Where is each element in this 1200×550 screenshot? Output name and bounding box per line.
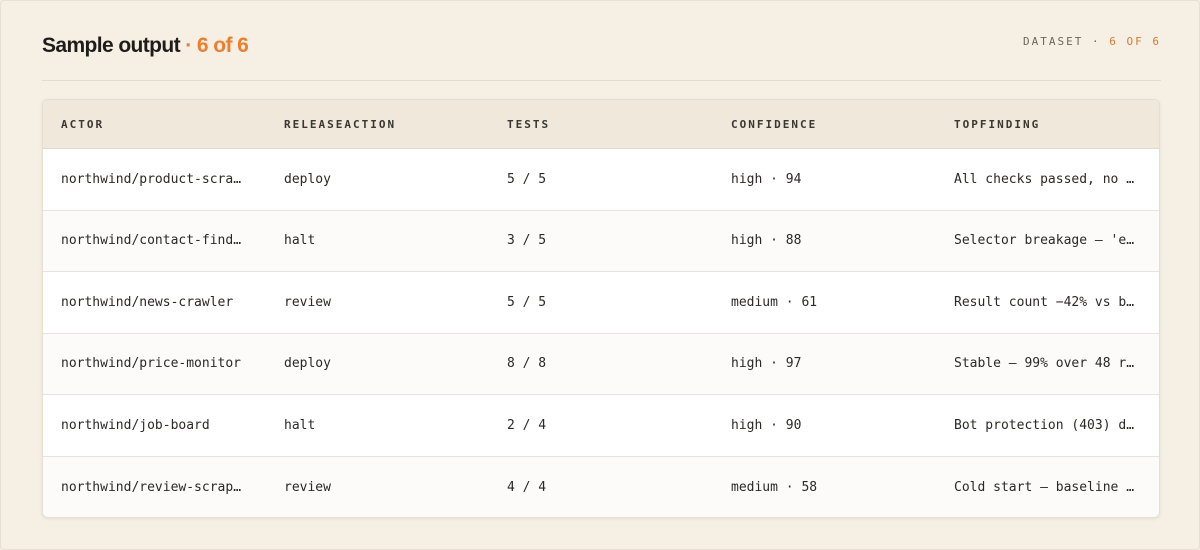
column-header-releaseaction[interactable]: RELEASEACTION (266, 118, 489, 131)
results-table: ACTOR RELEASEACTION TESTS CONFIDENCE TOP… (42, 99, 1160, 518)
cell-tests: 2 / 4 (507, 417, 547, 433)
cell-actor: northwind/contact-finder (61, 233, 249, 249)
cell-topfinding: Cold start — baseline pending (954, 479, 1159, 495)
title-count: 6 of 6 (196, 34, 249, 57)
cell-releaseaction: deploy (284, 171, 331, 187)
column-header-topfinding[interactable]: TOPFINDING (936, 118, 1159, 131)
column-header-actor[interactable]: ACTOR (43, 118, 266, 131)
cell-releaseaction: halt (284, 417, 316, 433)
panel-header: Sample output · 6 of 6 DATASET · 6 OF 6 (42, 34, 1161, 81)
cell-topfinding: Stable — 99% over 48 runs (954, 356, 1150, 372)
cell-confidence: high · 97 (731, 356, 802, 372)
cell-tests: 4 / 4 (507, 479, 547, 495)
cell-actor: northwind/review-scraper (61, 479, 249, 495)
cell-confidence: high · 88 (731, 233, 802, 249)
dataset-counter: DATASET · 6 OF 6 (1023, 35, 1161, 48)
table-row[interactable]: northwind/news-crawler review 5 / 5 medi… (43, 272, 1159, 334)
cell-confidence: high · 94 (731, 171, 802, 187)
title-separator: · (180, 34, 197, 57)
cell-confidence: medium · 58 (731, 479, 818, 495)
cell-actor: northwind/job-board (61, 417, 210, 433)
page-title: Sample output · 6 of 6 (42, 34, 249, 58)
table-row[interactable]: northwind/job-board halt 2 / 4 high · 90… (43, 395, 1159, 457)
cell-topfinding: Bot protection (403) detected (954, 417, 1159, 433)
title-text: Sample output (42, 34, 181, 57)
table-row[interactable]: northwind/product-scraper deploy 5 / 5 h… (43, 149, 1159, 211)
cell-actor: northwind/product-scraper (61, 171, 257, 187)
cell-confidence: medium · 61 (731, 294, 818, 310)
cell-topfinding: All checks passed, no drift (954, 171, 1159, 187)
cell-topfinding: Selector breakage — 'email' (954, 233, 1159, 249)
dataset-count: 6 OF 6 (1109, 35, 1161, 48)
sample-output-panel: Sample output · 6 of 6 DATASET · 6 OF 6 … (0, 0, 1200, 550)
cell-tests: 5 / 5 (507, 171, 547, 187)
table-row[interactable]: northwind/contact-finder halt 3 / 5 high… (43, 210, 1159, 272)
cell-releaseaction: deploy (284, 356, 331, 372)
column-header-confidence[interactable]: CONFIDENCE (713, 118, 936, 131)
dataset-label: DATASET · (1023, 35, 1110, 48)
cell-releaseaction: halt (284, 233, 316, 249)
cell-tests: 8 / 8 (507, 356, 547, 372)
cell-topfinding: Result count −42% vs baseline (954, 294, 1159, 310)
table-row[interactable]: northwind/price-monitor deploy 8 / 8 hig… (43, 333, 1159, 395)
cell-confidence: high · 90 (731, 417, 802, 433)
table-row[interactable]: northwind/review-scraper review 4 / 4 me… (43, 456, 1159, 517)
cell-releaseaction: review (284, 294, 331, 310)
column-header-tests[interactable]: TESTS (489, 118, 713, 131)
cell-tests: 5 / 5 (507, 294, 547, 310)
cell-releaseaction: review (284, 479, 331, 495)
cell-tests: 3 / 5 (507, 233, 547, 249)
table-header-row: ACTOR RELEASEACTION TESTS CONFIDENCE TOP… (43, 100, 1159, 149)
cell-actor: northwind/price-monitor (61, 356, 242, 372)
cell-actor: northwind/news-crawler (61, 294, 234, 310)
